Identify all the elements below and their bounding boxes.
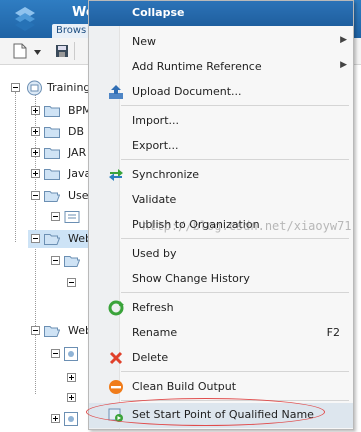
menu-item-upload-document[interactable]: Upload Document... [89, 80, 353, 105]
menu-item-label: Export... [132, 139, 179, 152]
menu-item-label: Validate [132, 193, 177, 206]
menu-item-set-start-point[interactable]: Set Start Point of Qualified Name [89, 403, 353, 428]
folder-open-icon [44, 234, 60, 245]
menu-item-rename[interactable]: Rename F2 [89, 321, 353, 346]
collapse-toggle-icon[interactable] [51, 256, 60, 265]
menu-separator [121, 292, 349, 293]
watermark: http://blog.csdn.net/xiaoyw71 [142, 219, 352, 233]
expand-toggle-icon[interactable] [31, 148, 40, 157]
refresh-icon [108, 300, 124, 316]
folder-icon [44, 106, 60, 117]
menu-item-refresh[interactable]: Refresh [89, 296, 353, 321]
menu-item-delete[interactable]: Delete [89, 346, 353, 371]
tree-item-web[interactable]: Web [28, 322, 92, 340]
submenu-arrow-icon: ▶ [340, 35, 347, 45]
expand-toggle-icon[interactable] [31, 169, 40, 178]
folder-icon [44, 127, 60, 138]
menu-item-label: New [132, 35, 156, 48]
tree-item-child[interactable] [64, 369, 88, 387]
toolbar-separator [74, 42, 75, 60]
menu-separator [121, 159, 349, 160]
expand-toggle-icon[interactable] [31, 106, 40, 115]
save-icon[interactable] [55, 43, 69, 59]
tree-item-label: JAR [68, 146, 87, 159]
tree-item-label: Use [68, 189, 89, 202]
tree-item-jar[interactable]: JAR [28, 144, 88, 162]
menu-item-used-by[interactable]: Used by [89, 242, 353, 267]
collapse-toggle-icon[interactable] [31, 234, 40, 243]
expand-toggle-icon[interactable] [67, 393, 76, 402]
menu-item-collapse[interactable]: Collapse [89, 1, 353, 26]
menu-item-clean-build-output[interactable]: Clean Build Output [89, 375, 353, 400]
tree-item-web-selected[interactable]: Web [28, 230, 92, 248]
delete-icon [109, 351, 123, 365]
menu-item-label: Rename [132, 326, 178, 339]
menu-separator [121, 400, 349, 401]
tree-item-use[interactable]: Use [28, 187, 89, 205]
tree-item-db[interactable]: DB N [28, 123, 96, 141]
menu-separator [121, 238, 349, 239]
menu-item-label: Synchronize [132, 168, 200, 181]
tree-item-root[interactable]: Training_ [8, 79, 96, 97]
collapse-toggle-icon[interactable] [67, 278, 76, 287]
service-icon [64, 412, 78, 426]
collapse-toggle-icon[interactable] [11, 83, 20, 92]
menu-item-shortcut: F2 [326, 326, 340, 339]
menu-item-label: Used by [132, 247, 177, 260]
menu-item-import[interactable]: Import... [89, 109, 353, 134]
menu-item-add-runtime-reference[interactable]: Add Runtime Reference ▶ [89, 55, 353, 80]
folder-icon [44, 169, 60, 180]
folder-icon [44, 148, 60, 159]
clean-icon [109, 380, 123, 394]
menu-item-label: Import... [132, 114, 179, 127]
menu-separator [121, 371, 349, 372]
tree-item-child[interactable] [64, 274, 88, 292]
upload-icon [109, 85, 123, 99]
submenu-arrow-icon: ▶ [340, 60, 347, 70]
tree-item-child[interactable] [64, 389, 88, 407]
new-document-icon[interactable] [13, 43, 27, 59]
expand-toggle-icon[interactable] [51, 414, 60, 423]
menu-item-label: Delete [132, 351, 169, 364]
menu-item-synchronize[interactable]: Synchronize [89, 163, 353, 188]
collapse-toggle-icon[interactable] [31, 326, 40, 335]
menu-item-validate[interactable]: Validate [89, 188, 353, 213]
folder-open-icon [44, 191, 60, 202]
menu-item-label: Collapse [132, 6, 185, 19]
context-menu: Collapse New ▶ Add Runtime Reference ▶ U… [88, 0, 354, 430]
service-icon [64, 347, 78, 361]
menu-item-label: Refresh [132, 301, 174, 314]
folder-open-icon [64, 256, 80, 267]
menu-item-label: Show Change History [132, 272, 250, 285]
menu-separator [121, 105, 349, 106]
tree-item-child[interactable] [48, 345, 88, 363]
collapse-toggle-icon[interactable] [51, 349, 60, 358]
menu-item-label: Set Start Point of Qualified Name [132, 408, 314, 421]
sync-icon [109, 169, 123, 181]
app-logo-icon [15, 7, 35, 31]
project-icon [27, 80, 42, 96]
tree-item-bpm[interactable]: BPM [28, 102, 92, 120]
menu-item-show-change-history[interactable]: Show Change History [89, 267, 353, 292]
folder-open-icon [44, 326, 60, 337]
menu-item-new[interactable]: New ▶ [89, 30, 353, 55]
tree-item-child[interactable] [48, 208, 88, 226]
menu-item-label: Clean Build Output [132, 380, 237, 393]
expand-toggle-icon[interactable] [31, 127, 40, 136]
menu-item-label: Upload Document... [132, 85, 242, 98]
tree-item-child[interactable] [48, 252, 88, 270]
expand-toggle-icon[interactable] [67, 373, 76, 382]
menu-item-export[interactable]: Export... [89, 134, 353, 159]
tree-item-child[interactable] [48, 410, 88, 428]
menu-item-label: Add Runtime Reference [132, 60, 262, 73]
tree-item-java[interactable]: Java [28, 165, 91, 183]
collapse-toggle-icon[interactable] [51, 212, 60, 221]
start-point-icon [108, 408, 123, 422]
new-dropdown-arrow-icon[interactable] [34, 50, 41, 55]
collapse-toggle-icon[interactable] [31, 191, 40, 200]
document-icon [64, 211, 80, 223]
